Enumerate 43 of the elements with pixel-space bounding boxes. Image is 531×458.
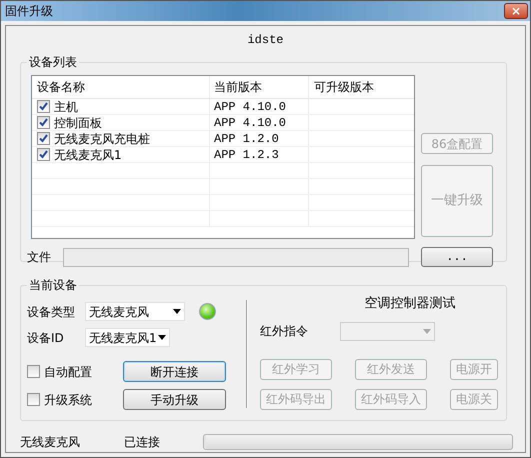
group-title: 当前设备 <box>27 277 79 293</box>
subtitle: idste <box>246 32 284 47</box>
table-cell-text: 控制面板 <box>54 114 102 132</box>
table-cell-text: 无线麦克风充电桩 <box>54 130 150 148</box>
table-cell-text: 无线麦克风1 <box>54 146 122 164</box>
browse-button[interactable]: ... <box>421 247 493 267</box>
column-header[interactable]: 当前版本 <box>210 76 309 98</box>
caret-icon <box>158 335 166 340</box>
checkbox[interactable] <box>37 116 50 129</box>
disconnect-button[interactable]: 断开连接 <box>123 361 226 382</box>
table-cell: APP 4.10.0 <box>210 115 309 130</box>
id-label: 设备ID <box>27 330 65 346</box>
status-device: 无线麦克风 <box>20 434 81 451</box>
group-title: 设备列表 <box>27 54 79 70</box>
checkbox[interactable] <box>27 393 40 406</box>
option-label: 升级系统 <box>44 392 92 408</box>
table-cell: APP 1.2.0 <box>210 131 309 146</box>
window-title: 固件升级 <box>5 3 53 20</box>
column-header[interactable]: 可升级版本 <box>309 76 414 98</box>
column-header[interactable]: 设备名称 <box>32 76 210 98</box>
status-led-icon <box>199 303 216 320</box>
dropdown-value: 无线麦克风 <box>89 304 149 320</box>
dropdown-value: 无线麦克风1 <box>89 330 157 346</box>
checkbox[interactable] <box>37 132 50 145</box>
checkbox[interactable] <box>37 148 50 161</box>
close-button[interactable]: × <box>504 3 528 19</box>
file-field[interactable] <box>63 248 409 266</box>
checkbox[interactable] <box>27 365 40 378</box>
dropdown[interactable]: 无线麦克风1 <box>85 328 170 347</box>
table-cell: APP 4.10.0 <box>210 99 309 114</box>
status-text: 已连接 <box>124 434 161 451</box>
caret-icon <box>423 328 431 334</box>
type-label: 设备类型 <box>27 304 76 320</box>
option-label: 自动配置 <box>44 364 92 380</box>
dropdown[interactable]: 无线麦克风 <box>85 302 185 321</box>
table-cell: APP 1.2.3 <box>210 147 309 162</box>
checkbox[interactable] <box>37 100 50 113</box>
caret-icon <box>173 309 181 314</box>
section-title: 空调控制器测试 <box>364 295 456 313</box>
ir-label: 红外指令 <box>260 323 309 340</box>
table-cell-text: 主机 <box>54 98 78 116</box>
manual-upgrade-button[interactable]: 手动升级 <box>123 389 226 410</box>
file-label: 文件 <box>27 249 52 266</box>
